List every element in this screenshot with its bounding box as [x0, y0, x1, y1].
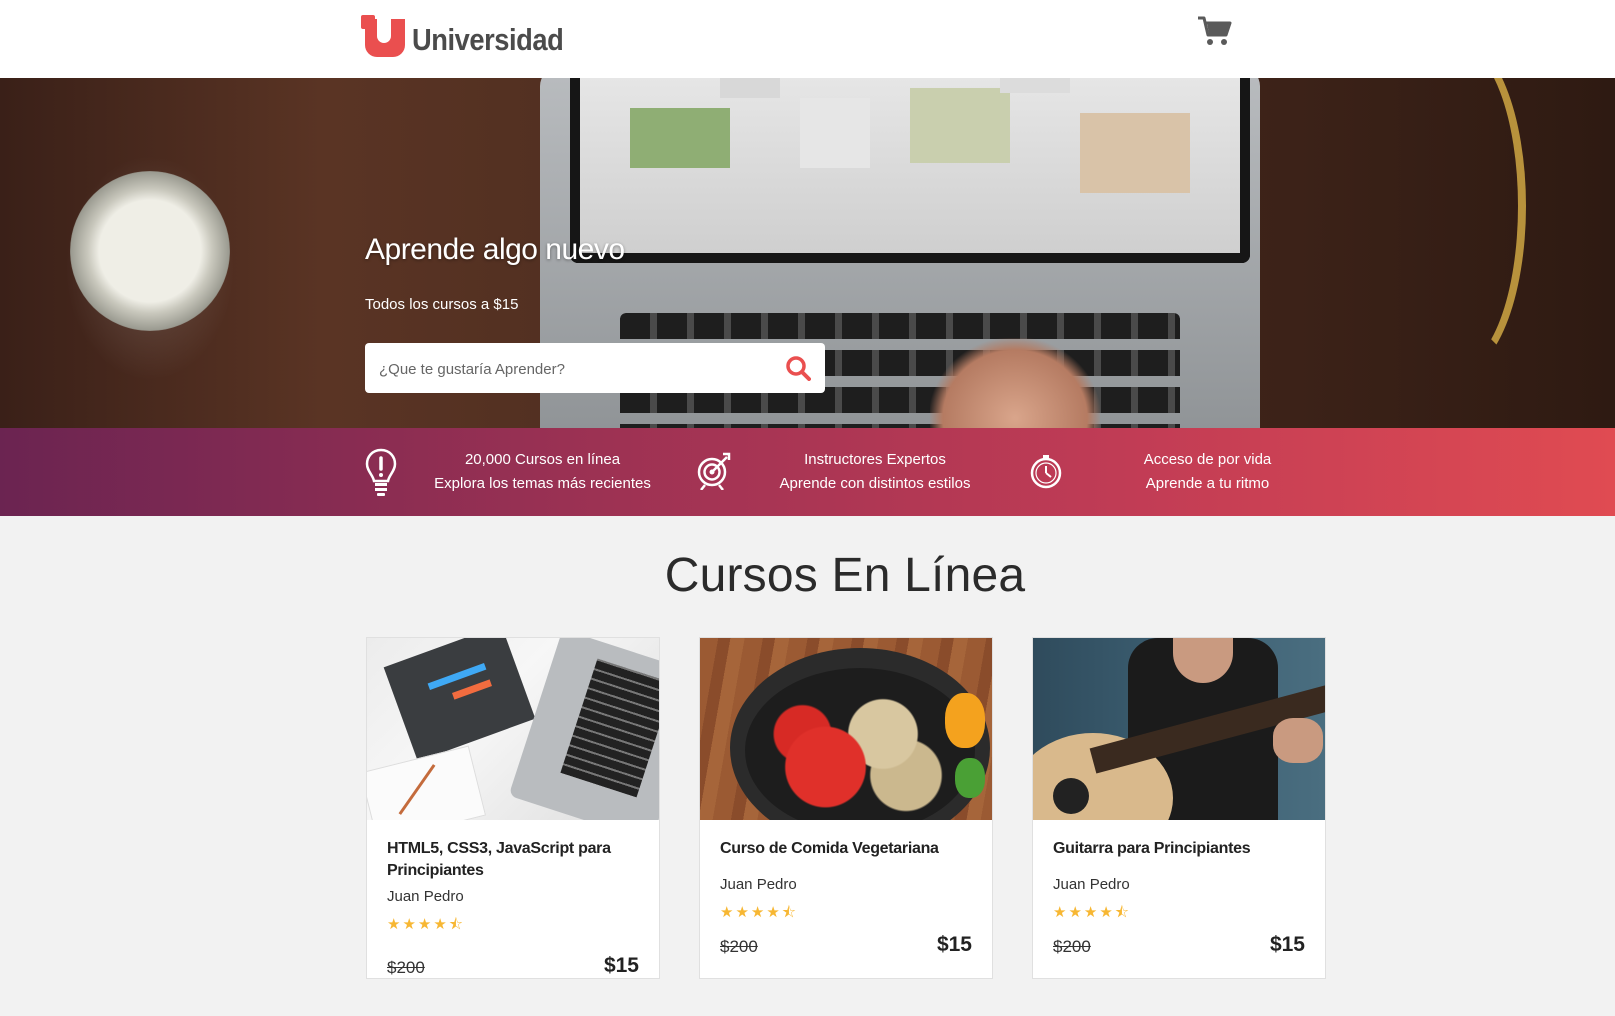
lightbulb-icon [365, 448, 397, 496]
search-box [365, 343, 825, 395]
course-author: Juan Pedro [1053, 876, 1130, 893]
course-author: Juan Pedro [720, 876, 797, 893]
course-title[interactable]: Guitarra para Principiantes [1053, 838, 1305, 860]
feature-text: Explora los temas más recientes [434, 475, 651, 492]
hero-banner: Aprende algo nuevo Todos los cursos a $1… [0, 78, 1615, 428]
hero-subtitle: Todos los cursos a $15 [365, 296, 519, 313]
course-author: Juan Pedro [387, 888, 464, 905]
price-row: $200 $15 [1053, 933, 1305, 957]
course-image-vegetarian[interactable] [700, 638, 992, 820]
price-row: $200 $15 [720, 933, 972, 957]
site-header: Universidad [0, 0, 1615, 78]
feature-text: Aprende a tu ritmo [1145, 475, 1270, 492]
courses-section-title: Cursos En Línea [664, 549, 1026, 602]
hero-title: Aprende algo nuevo [365, 233, 625, 266]
clock-icon [1030, 455, 1062, 489]
course-card[interactable]: HTML5, CSS3, JavaScript para Principiant… [366, 637, 660, 979]
old-price: $200 [1053, 937, 1091, 956]
feature-text: Aprende con distintos estilos [779, 475, 971, 492]
old-price: $200 [720, 937, 758, 956]
feature-access: Acceso de por vida Aprende a tu ritmo [1100, 448, 1315, 496]
logo-mark-icon [361, 15, 405, 57]
feature-instructors: Instructores Expertos Aprende con distin… [765, 448, 985, 496]
shopping-cart-icon[interactable] [1197, 15, 1233, 47]
hand-image [930, 338, 1100, 428]
course-card[interactable]: Curso de Comida Vegetariana Juan Pedro ★… [699, 637, 993, 979]
logo-text: Universidad [412, 22, 564, 57]
feature-title: 20,000 Cursos en línea [464, 451, 621, 468]
search-icon[interactable] [785, 355, 811, 381]
price: $15 [603, 954, 639, 977]
feature-title: Instructores Expertos [804, 451, 946, 468]
feature-title: Acceso de por vida [1143, 451, 1272, 468]
course-title[interactable]: Curso de Comida Vegetariana [720, 838, 972, 860]
price-row: $200 $15 [387, 954, 639, 978]
price: $15 [1269, 933, 1305, 956]
rating-stars: ★★★★⯪ [1053, 904, 1131, 921]
rating-stars: ★★★★⯪ [387, 916, 465, 933]
rating-stars: ★★★★⯪ [720, 904, 798, 921]
candle-image [70, 171, 230, 331]
site-logo[interactable]: Universidad [361, 15, 584, 57]
decor-image [1390, 78, 1526, 374]
course-card[interactable]: Guitarra para Principiantes Juan Pedro ★… [1032, 637, 1326, 979]
course-image-html[interactable] [367, 638, 659, 820]
search-input[interactable] [377, 343, 761, 395]
course-image-guitar[interactable] [1033, 638, 1325, 820]
old-price: $200 [387, 958, 425, 977]
features-bar: 20,000 Cursos en línea Explora los temas… [0, 428, 1615, 516]
feature-courses: 20,000 Cursos en línea Explora los temas… [420, 448, 665, 496]
course-title[interactable]: HTML5, CSS3, JavaScript para Principiant… [387, 838, 639, 882]
target-icon [697, 452, 731, 490]
price: $15 [936, 933, 972, 956]
